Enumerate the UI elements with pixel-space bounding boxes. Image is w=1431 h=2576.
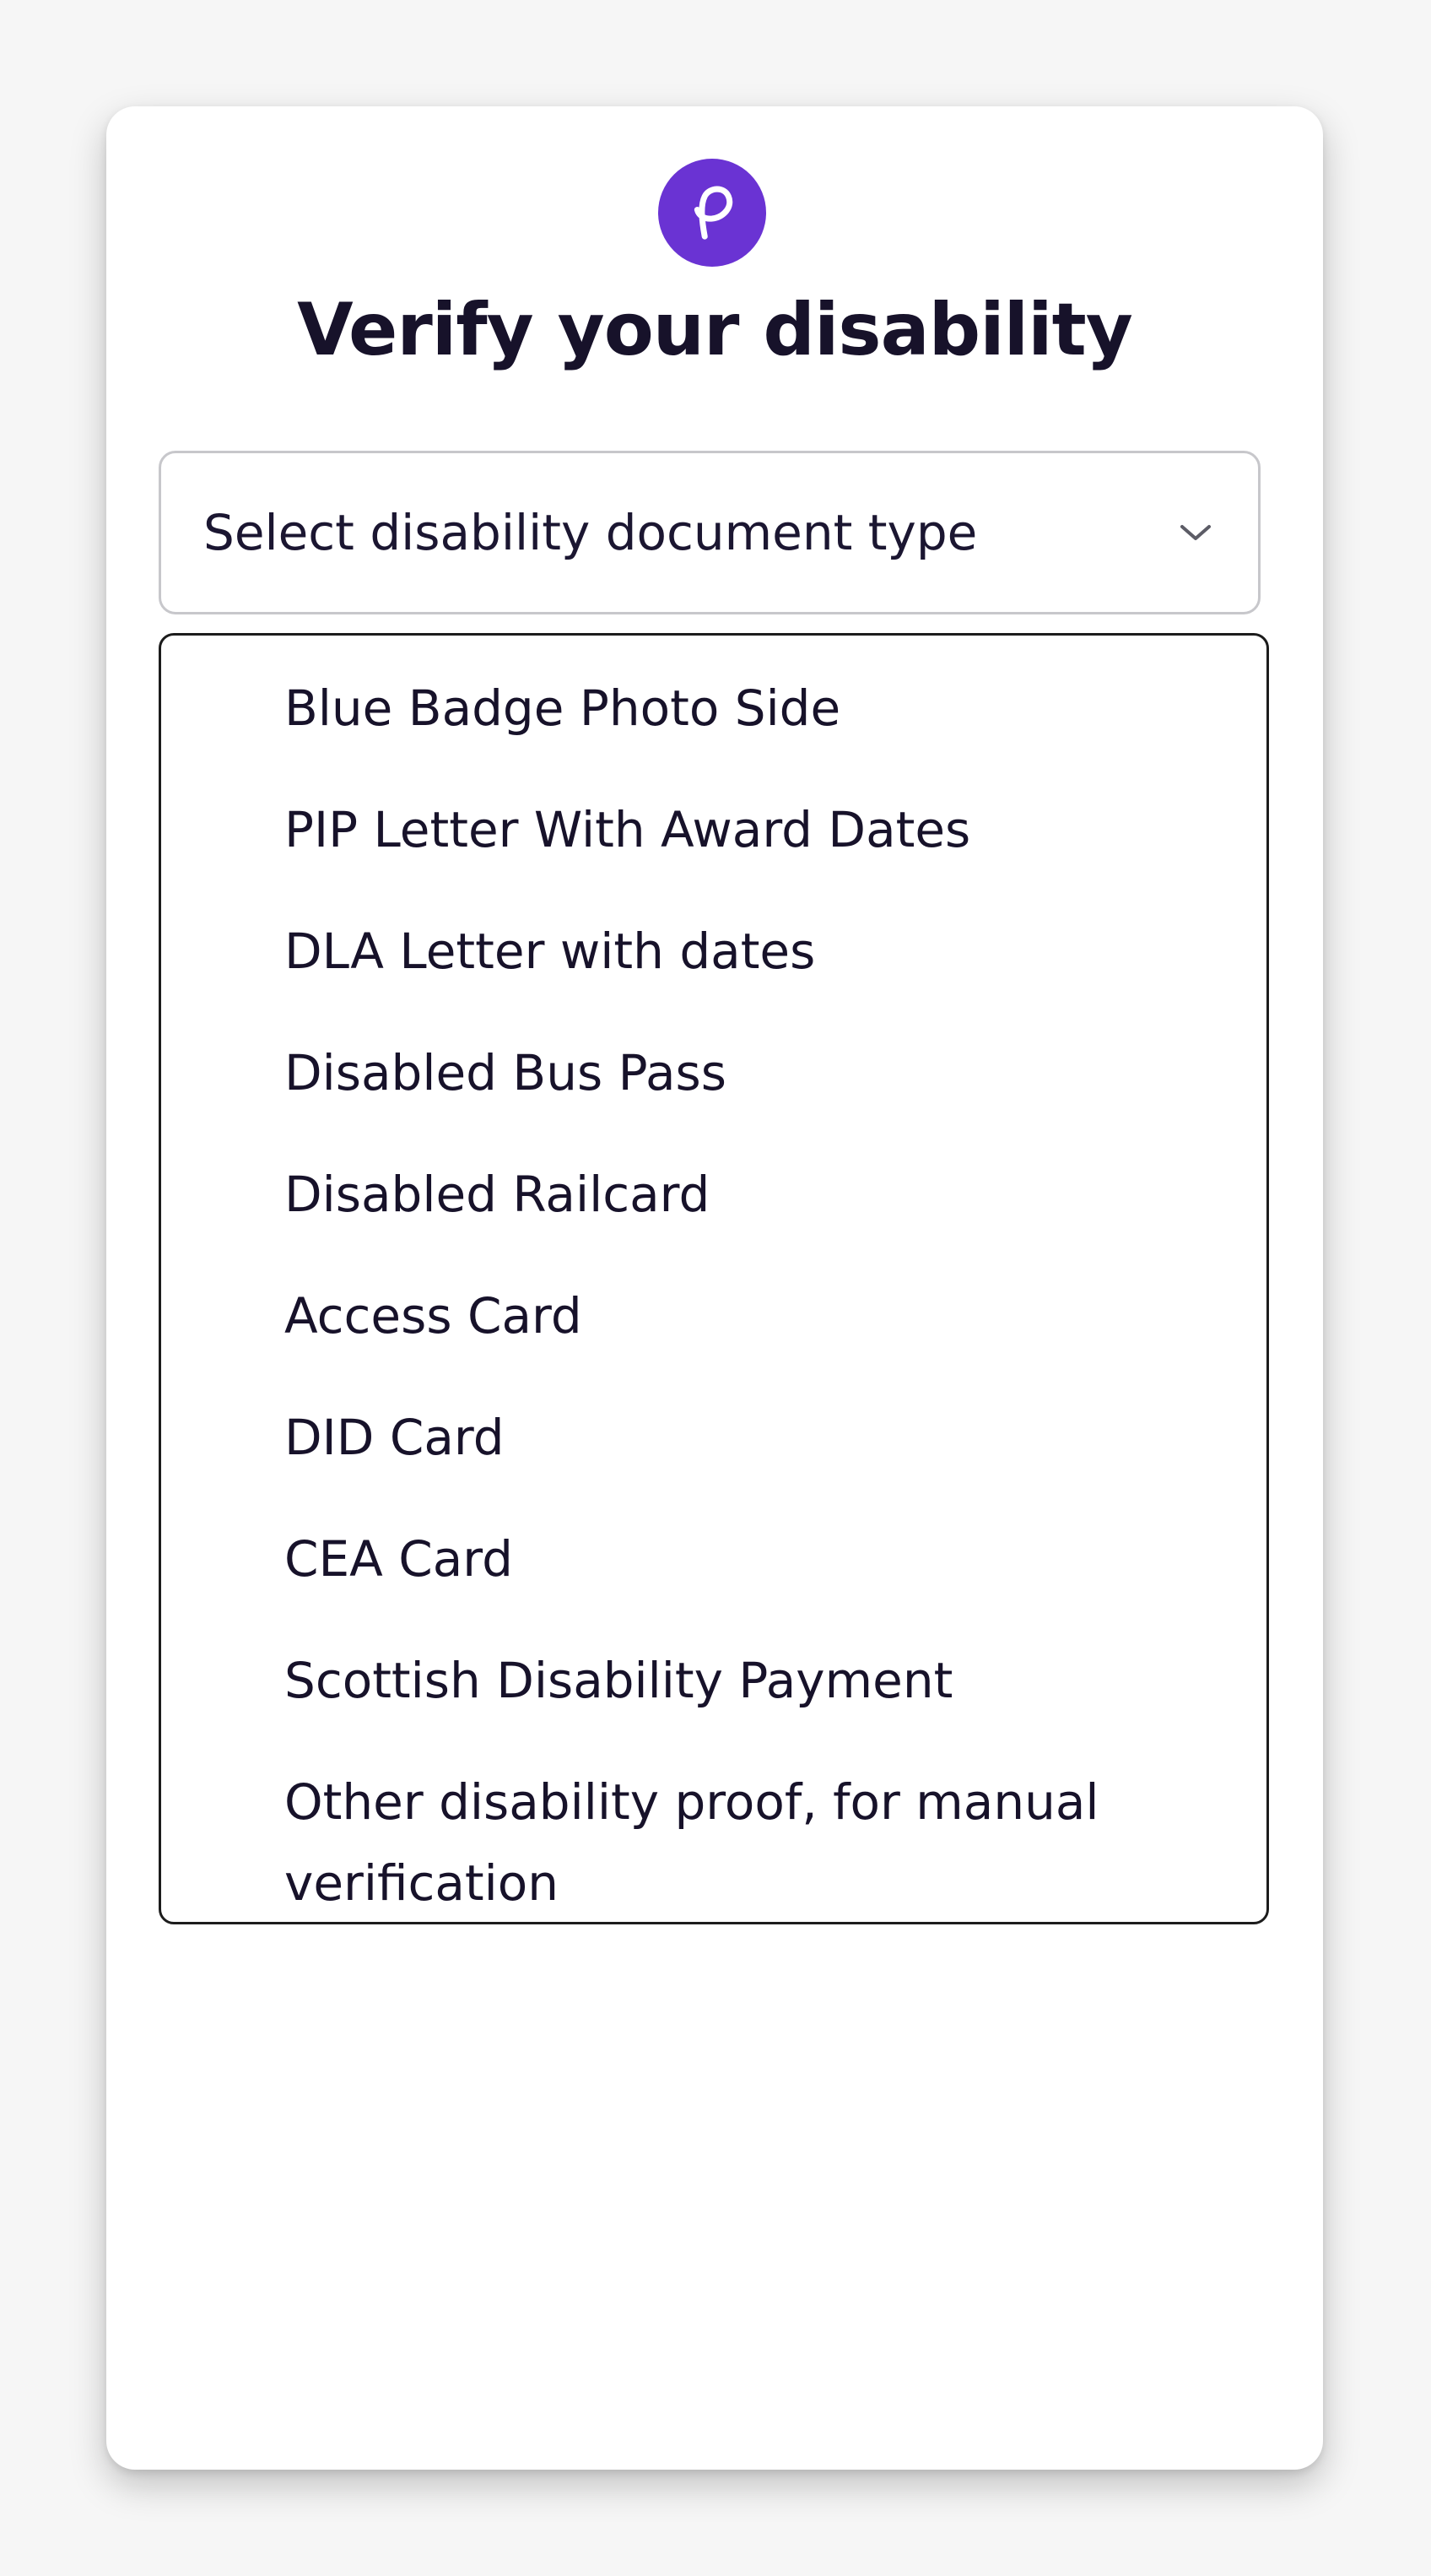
verification-card: Verify your disability Select disability… — [106, 106, 1323, 2470]
option-other-proof[interactable]: Other disability proof, for manual verif… — [161, 1762, 1266, 1922]
document-type-select[interactable]: Select disability document type — [159, 451, 1261, 614]
option-cea-card[interactable]: CEA Card — [161, 1518, 1266, 1640]
option-blue-badge[interactable]: Blue Badge Photo Side — [161, 668, 1266, 789]
option-pip-letter[interactable]: PIP Letter With Award Dates — [161, 789, 1266, 911]
select-placeholder: Select disability document type — [203, 504, 978, 561]
option-access-card[interactable]: Access Card — [161, 1275, 1266, 1397]
document-type-dropdown[interactable]: Blue Badge Photo Side PIP Letter With Aw… — [159, 633, 1269, 1924]
option-dla-letter[interactable]: DLA Letter with dates — [161, 911, 1266, 1032]
option-disabled-railcard[interactable]: Disabled Railcard — [161, 1154, 1266, 1275]
brand-logo-icon — [658, 159, 766, 267]
chevron-down-icon[interactable] — [1177, 521, 1214, 544]
option-did-card[interactable]: DID Card — [161, 1397, 1266, 1518]
option-scottish-disability-payment[interactable]: Scottish Disability Payment — [161, 1640, 1266, 1762]
page-title: Verify your disability — [297, 288, 1133, 372]
option-disabled-bus-pass[interactable]: Disabled Bus Pass — [161, 1032, 1266, 1154]
